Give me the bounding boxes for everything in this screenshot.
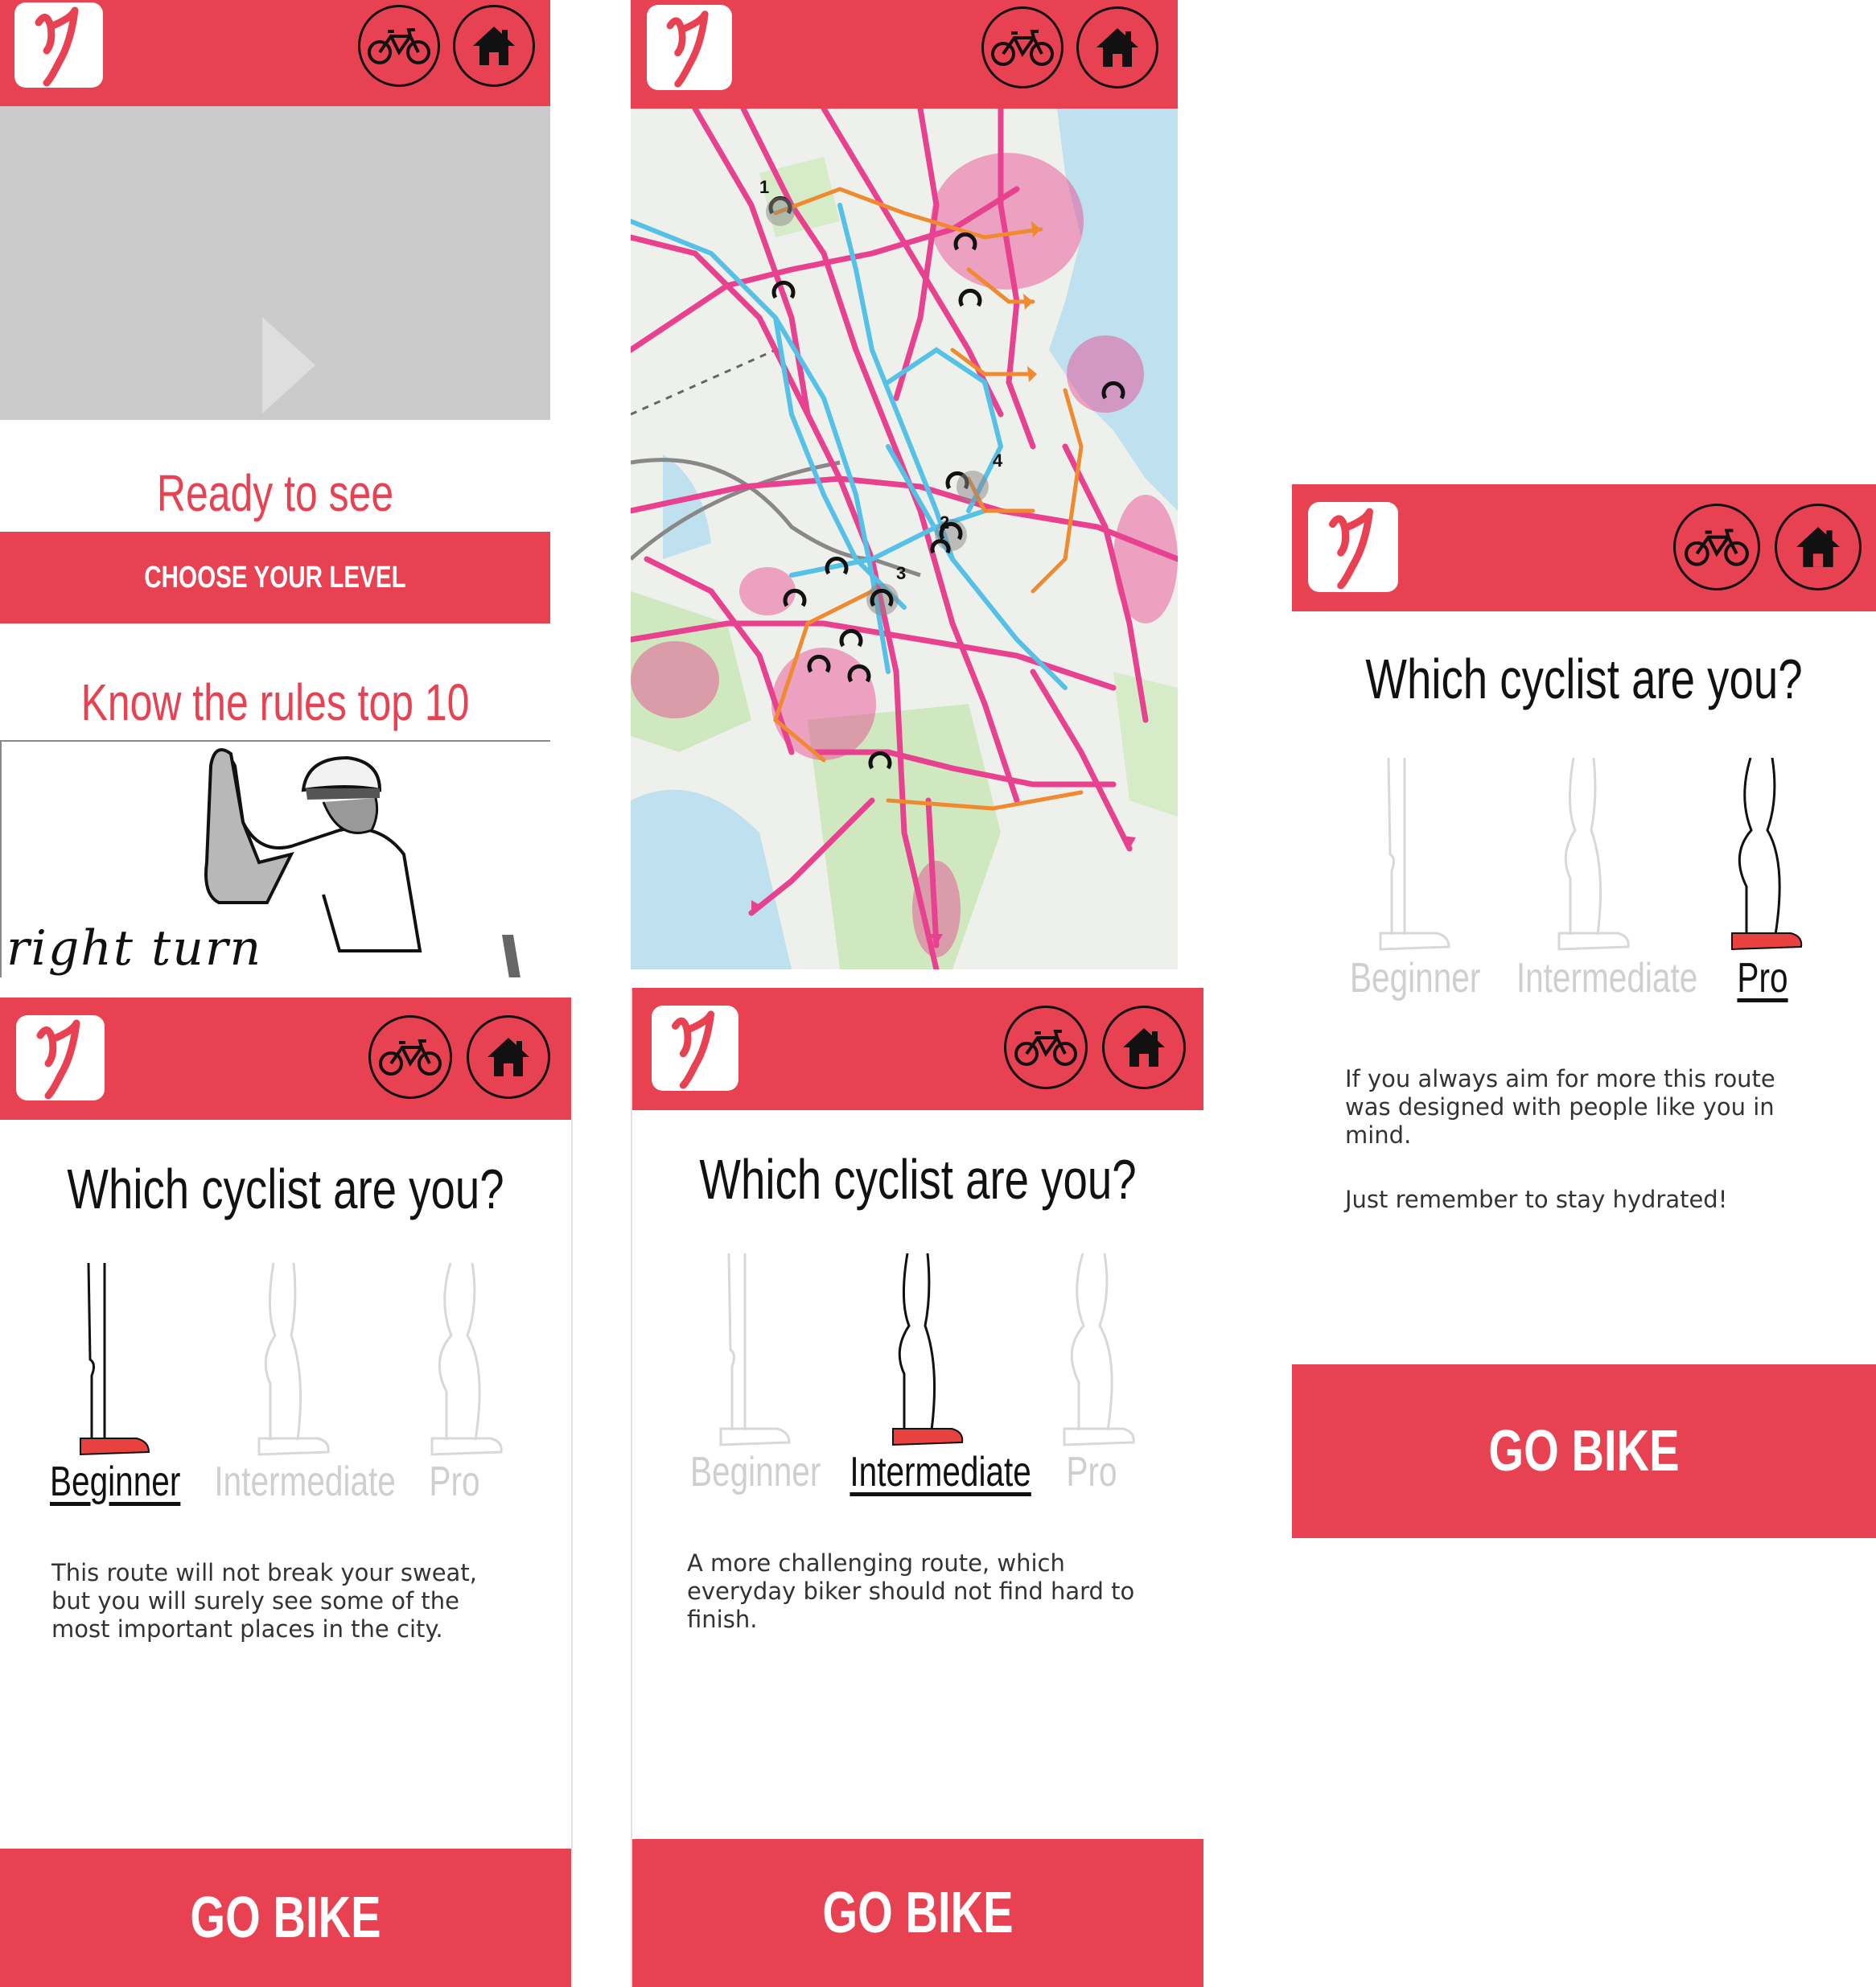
map-marker-4[interactable]: 4: [993, 450, 1003, 471]
map-marker-1[interactable]: 1: [759, 177, 769, 197]
video-player[interactable]: [0, 106, 550, 420]
home-button[interactable]: [453, 5, 535, 87]
sneaker-icon: [80, 1438, 150, 1456]
level-description: A more challenging route, which everyday…: [687, 1549, 1135, 1633]
map-screen: 1 2 3 4: [631, 0, 1178, 969]
heading-rules: Know the rules top 10: [80, 673, 470, 731]
go-bike-button[interactable]: GO BIKE: [0, 1849, 571, 1987]
route-map[interactable]: 1 2 3 4: [631, 109, 1178, 969]
logo-icon[interactable]: [16, 1015, 105, 1100]
home-button[interactable]: [467, 1015, 550, 1099]
level-description: If you always aim for more this route wa…: [1345, 1065, 1775, 1149]
level-screen-beginner: Which cyclist are you? Beginner Intermed…: [0, 998, 573, 1987]
level-pro[interactable]: Pro: [1039, 1448, 1144, 1496]
leg-pro[interactable]: [1722, 757, 1811, 951]
sneaker-icon: [1731, 932, 1803, 951]
bike-icon: [991, 30, 1054, 66]
bike-button[interactable]: [358, 5, 440, 87]
logo-icon[interactable]: [652, 1006, 738, 1091]
top-bar: [632, 988, 1203, 1110]
level-beginner[interactable]: Beginner: [32, 1458, 193, 1506]
logo-icon[interactable]: [14, 2, 103, 88]
map-marker-2[interactable]: 2: [940, 512, 949, 533]
home-icon: [1096, 28, 1138, 67]
top-bar: [0, 998, 571, 1120]
question-heading: Which cyclist are you?: [67, 1158, 504, 1220]
leg-pro[interactable]: [422, 1262, 511, 1456]
home-button[interactable]: [1775, 504, 1862, 590]
home-icon: [488, 1038, 529, 1076]
go-bike-button[interactable]: GO BIKE: [1292, 1364, 1876, 1538]
play-icon[interactable]: [262, 317, 315, 413]
home-icon: [1796, 527, 1840, 567]
home-screen: Ready to see Copehagen CHOOSE YOUR LEVEL…: [0, 0, 550, 977]
level-pro[interactable]: Pro: [402, 1458, 507, 1506]
sneaker-icon: [892, 1428, 964, 1446]
map-marker-3[interactable]: 3: [896, 563, 906, 583]
level-intermediate[interactable]: Intermediate: [193, 1458, 395, 1506]
home-icon: [1123, 1028, 1165, 1067]
leg-beginner[interactable]: [1372, 757, 1461, 951]
level-beginner[interactable]: Beginner: [1332, 954, 1493, 1002]
top-bar: [0, 0, 550, 106]
level-screen-pro: Which cyclist are you? Beginner Intermed…: [1292, 484, 1876, 1538]
bike-icon: [379, 1039, 442, 1076]
level-description-note: Just remember to stay hydrated!: [1345, 1186, 1728, 1213]
logo-icon[interactable]: [647, 5, 732, 90]
home-button[interactable]: [1076, 6, 1158, 88]
bike-icon: [368, 28, 430, 64]
leg-beginner[interactable]: [72, 1262, 161, 1456]
question-heading: Which cyclist are you?: [699, 1148, 1137, 1211]
logo-icon[interactable]: [1308, 502, 1398, 592]
leg-intermediate[interactable]: [1549, 757, 1638, 951]
bike-button[interactable]: [981, 6, 1063, 88]
rules-caption: right turn: [6, 920, 263, 977]
home-button[interactable]: [1102, 1006, 1186, 1089]
leg-pro[interactable]: [1055, 1253, 1143, 1446]
rules-image[interactable]: right turn: [0, 740, 550, 977]
go-bike-button[interactable]: GO BIKE: [632, 1839, 1203, 1987]
top-bar: [631, 0, 1178, 109]
level-pro[interactable]: Pro: [1710, 954, 1815, 1002]
top-bar: [1292, 484, 1876, 611]
leg-beginner[interactable]: [713, 1253, 801, 1446]
level-description: This route will not break your sweat, bu…: [51, 1559, 477, 1643]
leg-intermediate[interactable]: [249, 1262, 338, 1456]
bike-icon: [1685, 529, 1749, 566]
bike-button[interactable]: [1004, 1006, 1088, 1089]
bike-button[interactable]: [368, 1015, 452, 1099]
level-intermediate[interactable]: Intermediate: [1495, 954, 1697, 1002]
level-beginner[interactable]: Beginner: [673, 1448, 833, 1496]
choose-level-button[interactable]: CHOOSE YOUR LEVEL: [0, 532, 550, 623]
bike-button[interactable]: [1673, 504, 1760, 590]
home-icon: [473, 27, 515, 65]
level-screen-intermediate: Which cyclist are you? Beginner Intermed…: [631, 988, 1203, 1987]
leg-intermediate[interactable]: [883, 1253, 972, 1446]
question-heading: Which cyclist are you?: [1365, 648, 1803, 710]
bike-icon: [1014, 1030, 1077, 1066]
level-intermediate[interactable]: Intermediate: [829, 1448, 1031, 1496]
